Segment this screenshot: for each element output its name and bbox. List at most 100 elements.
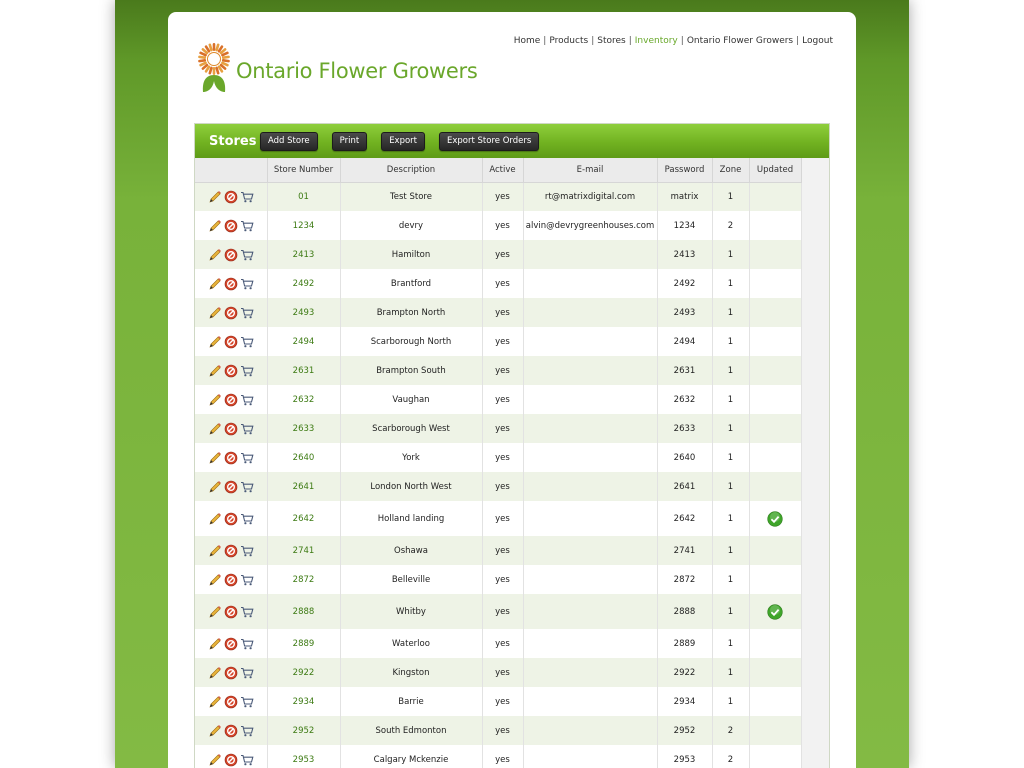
edit-pencil-icon[interactable] [208,451,222,465]
edit-pencil-icon[interactable] [208,695,222,709]
table-row[interactable]: 2413 Hamilton yes 2413 1 [195,240,802,269]
nav-link-stores[interactable]: Stores [597,36,625,46]
cart-icon[interactable] [240,544,254,558]
cell-store-number: 2642 [267,501,341,536]
cart-icon[interactable] [240,277,254,291]
cart-icon[interactable] [240,422,254,436]
table-row[interactable]: 2872 Belleville yes 2872 1 [195,565,802,594]
cart-icon[interactable] [240,219,254,233]
delete-icon[interactable] [224,190,238,204]
header-store-number[interactable]: Store Number [267,158,341,183]
header-zone[interactable]: Zone [712,158,750,183]
header-updated[interactable]: Updated [749,158,802,183]
cart-icon[interactable] [240,248,254,262]
table-row[interactable]: 2494 Scarborough North yes 2494 1 [195,327,802,356]
cart-icon[interactable] [240,637,254,651]
table-row[interactable]: 2888 Whitby yes 2888 1 [195,594,802,629]
table-row[interactable]: 2632 Vaughan yes 2632 1 [195,385,802,414]
edit-pencil-icon[interactable] [208,544,222,558]
header-password[interactable]: Password [657,158,713,183]
cart-icon[interactable] [240,512,254,526]
edit-pencil-icon[interactable] [208,364,222,378]
brand-logo[interactable]: Ontario Flower Growers [196,40,496,96]
nav-link-inventory[interactable]: Inventory [635,36,678,46]
table-row[interactable]: 2953 Calgary Mckenzie yes 2953 2 [195,745,802,768]
export-button[interactable]: Export [381,131,426,151]
nav-link-logout[interactable]: Logout [802,36,833,46]
header-description[interactable]: Description [340,158,483,183]
delete-icon[interactable] [224,248,238,262]
edit-pencil-icon[interactable] [208,605,222,619]
table-row[interactable]: 2641 London North West yes 2641 1 [195,472,802,501]
delete-icon[interactable] [224,637,238,651]
delete-icon[interactable] [224,422,238,436]
edit-pencil-icon[interactable] [208,666,222,680]
delete-icon[interactable] [224,364,238,378]
edit-pencil-icon[interactable] [208,335,222,349]
nav-link-home[interactable]: Home [514,36,541,46]
edit-pencil-icon[interactable] [208,480,222,494]
edit-pencil-icon[interactable] [208,306,222,320]
cart-icon[interactable] [240,605,254,619]
delete-icon[interactable] [224,695,238,709]
table-row[interactable]: 2492 Brantford yes 2492 1 [195,269,802,298]
table-row[interactable]: 2640 York yes 2640 1 [195,443,802,472]
table-row[interactable]: 2493 Brampton North yes 2493 1 [195,298,802,327]
cart-icon[interactable] [240,753,254,767]
table-row[interactable]: 2633 Scarborough West yes 2633 1 [195,414,802,443]
delete-icon[interactable] [224,306,238,320]
row-actions [195,385,268,414]
table-row[interactable]: 2741 Oshawa yes 2741 1 [195,536,802,565]
export-store-orders-button[interactable]: Export Store Orders [439,131,540,151]
print-button[interactable]: Print [331,131,368,151]
edit-pencil-icon[interactable] [208,637,222,651]
delete-icon[interactable] [224,512,238,526]
delete-icon[interactable] [224,480,238,494]
cart-icon[interactable] [240,573,254,587]
edit-pencil-icon[interactable] [208,724,222,738]
nav-link-ontario-flower-growers[interactable]: Ontario Flower Growers [687,36,793,46]
delete-icon[interactable] [224,544,238,558]
table-row[interactable]: 2631 Brampton South yes 2631 1 [195,356,802,385]
edit-pencil-icon[interactable] [208,277,222,291]
edit-pencil-icon[interactable] [208,573,222,587]
cart-icon[interactable] [240,364,254,378]
header-active[interactable]: Active [482,158,524,183]
header-email[interactable]: E-mail [523,158,658,183]
table-row[interactable]: 2922 Kingston yes 2922 1 [195,658,802,687]
delete-icon[interactable] [224,393,238,407]
table-row[interactable]: 2934 Barrie yes 2934 1 [195,687,802,716]
delete-icon[interactable] [224,451,238,465]
cart-icon[interactable] [240,335,254,349]
delete-icon[interactable] [224,605,238,619]
table-row[interactable]: 2952 South Edmonton yes 2952 2 [195,716,802,745]
edit-pencil-icon[interactable] [208,248,222,262]
delete-icon[interactable] [224,666,238,680]
delete-icon[interactable] [224,724,238,738]
cart-icon[interactable] [240,480,254,494]
nav-link-products[interactable]: Products [549,36,588,46]
table-row[interactable]: 01 Test Store yes rt@matrixdigital.com matri… [195,182,802,211]
cart-icon[interactable] [240,724,254,738]
edit-pencil-icon[interactable] [208,393,222,407]
delete-icon[interactable] [224,277,238,291]
edit-pencil-icon[interactable] [208,512,222,526]
cart-icon[interactable] [240,451,254,465]
cart-icon[interactable] [240,666,254,680]
edit-pencil-icon[interactable] [208,219,222,233]
table-row[interactable]: 2642 Holland landing yes 2642 1 [195,501,802,536]
edit-pencil-icon[interactable] [208,190,222,204]
edit-pencil-icon[interactable] [208,753,222,767]
cart-icon[interactable] [240,695,254,709]
delete-icon[interactable] [224,573,238,587]
add-store-button[interactable]: Add Store [260,131,318,151]
cart-icon[interactable] [240,306,254,320]
table-row[interactable]: 2889 Waterloo yes 2889 1 [195,629,802,658]
table-row[interactable]: 1234 devry yes alvin@devrygreenhouses.com 12… [195,211,802,240]
delete-icon[interactable] [224,219,238,233]
cart-icon[interactable] [240,190,254,204]
edit-pencil-icon[interactable] [208,422,222,436]
delete-icon[interactable] [224,753,238,767]
cart-icon[interactable] [240,393,254,407]
delete-icon[interactable] [224,335,238,349]
